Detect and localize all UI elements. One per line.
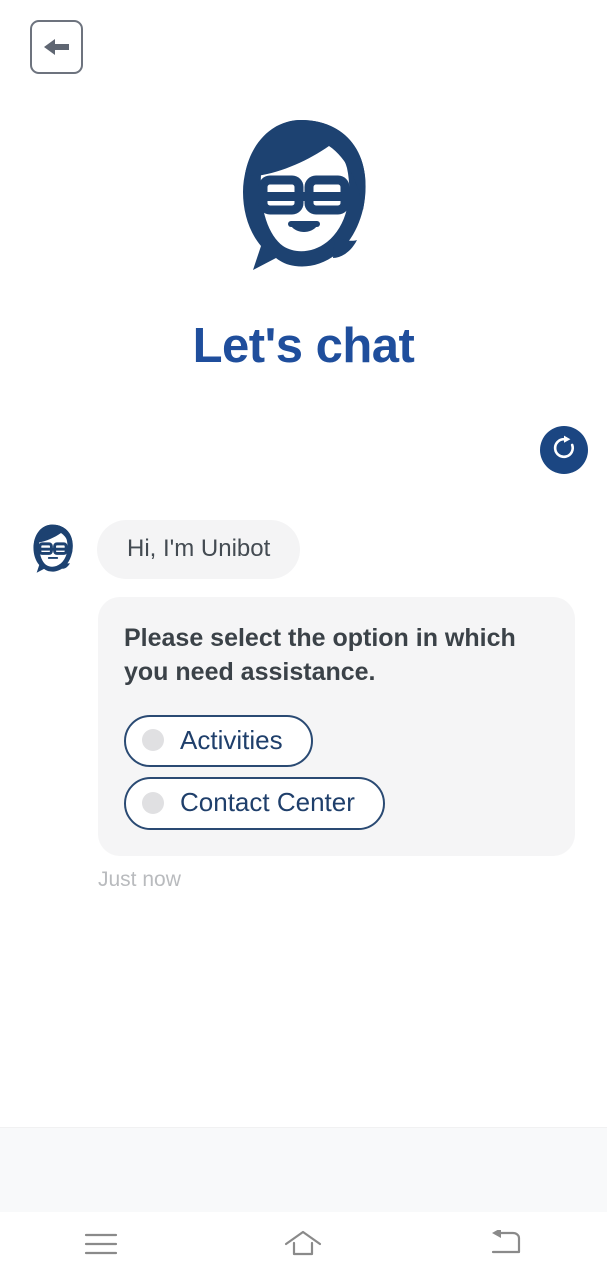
message-timestamp: Just now (98, 867, 181, 891)
page-title: Let's chat (192, 319, 415, 373)
options-prompt: Please select the option in which you ne… (124, 623, 516, 686)
unibot-face-logo (239, 118, 369, 274)
option-label: Contact Center (180, 787, 355, 818)
menu-icon (84, 1231, 118, 1262)
refresh-icon (550, 434, 578, 467)
nav-back-button[interactable] (405, 1212, 607, 1280)
home-icon (283, 1229, 323, 1264)
greeting-message-row: Hi, I'm Unibot (0, 520, 607, 579)
greeting-bubble: Hi, I'm Unibot (97, 520, 301, 579)
option-list: Activities Contact Center (124, 705, 549, 830)
options-bubble: Please select the option in which you ne… (98, 596, 575, 856)
nav-home-button[interactable] (202, 1212, 404, 1280)
message-composer-bar[interactable] (0, 1127, 607, 1212)
radio-dot-icon (142, 791, 164, 814)
option-button-contact-center[interactable]: Contact Center (124, 777, 385, 830)
chat-transcript: Hi, I'm Unibot Please select the option … (0, 520, 607, 892)
unibot-avatar (30, 524, 76, 574)
back-arrow-icon (488, 1227, 524, 1263)
refresh-button[interactable] (540, 426, 588, 474)
app-screen: Let's chat Hi, I'm Unibot Please select … (0, 0, 607, 1280)
option-label: Activities (180, 724, 283, 755)
radio-dot-icon (142, 729, 164, 752)
nav-recents-button[interactable] (0, 1212, 202, 1280)
android-navigation-bar (0, 1212, 607, 1280)
arrow-left-icon (42, 35, 72, 59)
back-button[interactable] (30, 20, 83, 74)
option-button-activities[interactable]: Activities (124, 714, 313, 768)
